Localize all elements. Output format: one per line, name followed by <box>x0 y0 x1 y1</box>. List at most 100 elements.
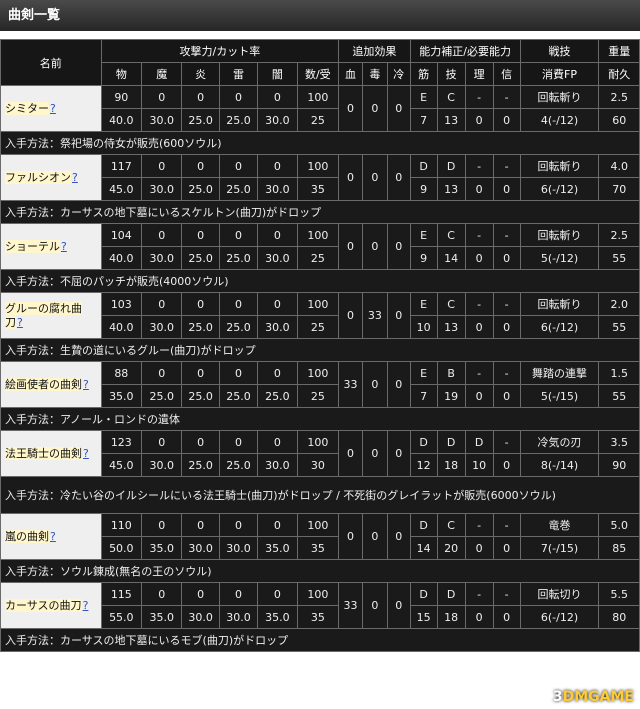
scaling-dex: D <box>436 582 466 606</box>
help-link[interactable]: ? <box>72 171 78 184</box>
scaling-str: E <box>409 361 438 385</box>
weapon-name-cell: ファルシオン? <box>0 154 102 201</box>
cut-phys: 45.0 <box>100 453 143 477</box>
cut-fire: 25.0 <box>181 453 220 477</box>
attack-magic: 0 <box>141 223 183 247</box>
cut-magic: 30.0 <box>141 108 183 132</box>
help-link[interactable]: ? <box>50 102 56 115</box>
weapon-row: ショーテル? 104 0 0 0 0 100 0 0 0 E C - - 回転斬り 2.5 <box>0 223 640 270</box>
effect-frost: 0 <box>386 361 411 408</box>
cut-guard: 25 <box>296 246 340 270</box>
weight-value: 2.5 <box>598 85 640 109</box>
skill-name: 冷気の刃 <box>519 430 600 454</box>
weapon-name[interactable]: 法王騎士の曲剣 <box>5 446 82 460</box>
weapon-name[interactable]: ファルシオン <box>5 170 71 184</box>
cut-dark: 30.0 <box>257 177 298 201</box>
attack-phys: 103 <box>100 292 143 316</box>
attack-dark: 0 <box>257 154 298 178</box>
cut-magic: 30.0 <box>141 177 183 201</box>
scaling-int: - <box>464 85 494 109</box>
weapon-row: グルーの腐れ曲刀? 103 0 0 0 0 100 0 33 0 E C - - 回転斬り 2.0 <box>0 292 640 339</box>
attack-lightning: 0 <box>218 154 259 178</box>
weapon-name[interactable]: 絵画使者の曲剣 <box>5 377 82 391</box>
scaling-fth: - <box>492 582 521 606</box>
skill-fp: 6(-/12) <box>519 605 600 629</box>
header-fire: 炎 <box>181 62 220 86</box>
skill-fp: 8(-/14) <box>519 453 600 477</box>
watermark-logo: 3DMGAME <box>552 689 634 705</box>
required-dex: 20 <box>436 536 466 560</box>
cut-dark: 35.0 <box>257 536 298 560</box>
required-str: 7 <box>409 384 438 408</box>
attack-magic: 0 <box>141 85 183 109</box>
cut-phys: 40.0 <box>100 315 143 339</box>
header-blood: 血 <box>338 62 363 86</box>
scaling-dex: C <box>436 513 466 537</box>
attack-dark: 0 <box>257 582 298 606</box>
attack-dark: 0 <box>257 85 298 109</box>
effect-poison: 0 <box>361 513 388 560</box>
required-str: 12 <box>409 453 438 477</box>
scaling-int: D <box>464 430 494 454</box>
help-link[interactable]: ? <box>83 599 89 612</box>
required-int: 0 <box>464 605 494 629</box>
skill-fp: 6(-/12) <box>519 177 600 201</box>
help-link[interactable]: ? <box>50 530 56 543</box>
cut-lightning: 25.0 <box>218 246 259 270</box>
durability-value: 80 <box>598 605 640 629</box>
skill-fp: 4(-/12) <box>519 108 600 132</box>
skill-name: 舞踏の連撃 <box>519 361 600 385</box>
cut-phys: 50.0 <box>100 536 143 560</box>
weapon-name[interactable]: シミター <box>5 101 49 115</box>
attack-phys: 115 <box>100 582 143 606</box>
attack-phys: 104 <box>100 223 143 247</box>
weapon-name[interactable]: 嵐の曲剣 <box>5 529 49 543</box>
attack-magic: 0 <box>141 513 183 537</box>
weapon-name[interactable]: カーサスの曲刀 <box>5 598 82 612</box>
attack-lightning: 0 <box>218 292 259 316</box>
header-durability: 耐久 <box>598 62 640 86</box>
header-lightning: 雷 <box>218 62 259 86</box>
skill-name: 回転斬り <box>519 85 600 109</box>
cut-dark: 35.0 <box>257 605 298 629</box>
attack-guard: 100 <box>296 85 340 109</box>
weight-value: 4.0 <box>598 154 640 178</box>
cut-fire: 30.0 <box>181 605 220 629</box>
weapon-source-row: 入手方法：生贄の道にいるグルー(曲刀)がドロップ <box>0 338 640 362</box>
effect-poison: 0 <box>361 85 388 132</box>
skill-fp: 7(-/15) <box>519 536 600 560</box>
weapon-row: ファルシオン? 117 0 0 0 0 100 0 0 0 D D - - 回転斬り 4.0 <box>0 154 640 201</box>
scaling-fth: - <box>492 154 521 178</box>
required-int: 0 <box>464 177 494 201</box>
scaling-fth: - <box>492 430 521 454</box>
header-frost: 冷 <box>386 62 411 86</box>
required-fth: 0 <box>492 453 521 477</box>
attack-guard: 100 <box>296 430 340 454</box>
help-link[interactable]: ? <box>83 447 89 460</box>
effect-frost: 0 <box>386 85 411 132</box>
cut-guard: 25 <box>296 384 340 408</box>
effect-blood: 0 <box>338 513 363 560</box>
scaling-dex: D <box>436 154 466 178</box>
help-link[interactable]: ? <box>83 378 89 391</box>
help-link[interactable]: ? <box>61 240 67 253</box>
skill-fp: 5(-/12) <box>519 246 600 270</box>
weapon-name-cell: 嵐の曲剣? <box>0 513 102 560</box>
effect-poison: 0 <box>361 223 388 270</box>
required-fth: 0 <box>492 108 521 132</box>
required-int: 0 <box>464 315 494 339</box>
required-int: 10 <box>464 453 494 477</box>
weapon-row: 絵画使者の曲剣? 88 0 0 0 0 100 33 0 0 E B - - 舞踏の連撃 1.5 <box>0 361 640 408</box>
required-int: 0 <box>464 246 494 270</box>
cut-fire: 25.0 <box>181 108 220 132</box>
weapon-name[interactable]: ショーテル <box>5 239 60 253</box>
weight-value: 3.5 <box>598 430 640 454</box>
attack-fire: 0 <box>181 361 220 385</box>
effect-poison: 0 <box>361 361 388 408</box>
required-str: 7 <box>409 108 438 132</box>
page-title: 曲剣一覧 <box>0 0 640 31</box>
help-link[interactable]: ? <box>17 316 23 329</box>
durability-value: 55 <box>598 384 640 408</box>
attack-dark: 0 <box>257 513 298 537</box>
required-dex: 13 <box>436 315 466 339</box>
